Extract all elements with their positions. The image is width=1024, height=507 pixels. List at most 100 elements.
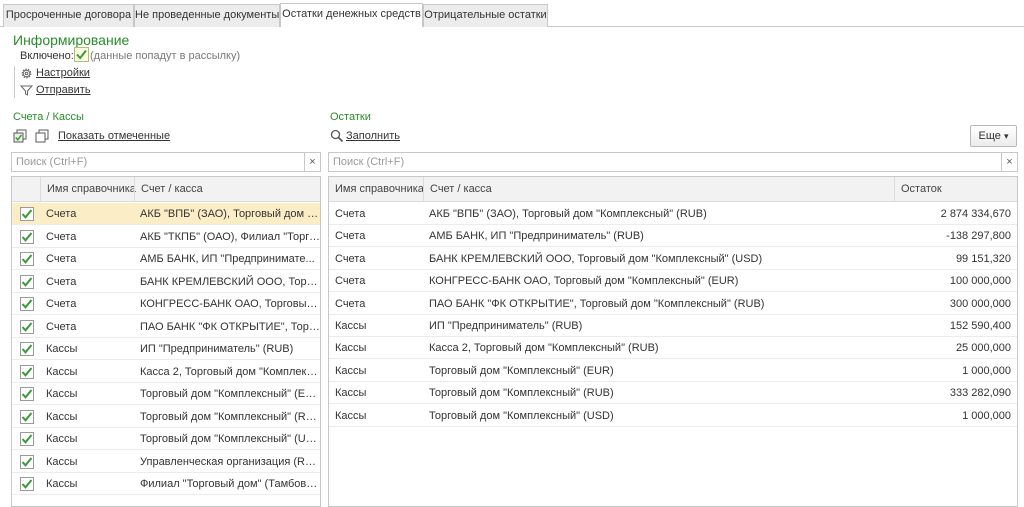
balances-col-type[interactable]: Имя справочника	[329, 177, 424, 202]
row-checkbox[interactable]	[20, 207, 34, 221]
settings-link[interactable]: Настройки	[36, 67, 90, 79]
balances-table: Имя справочника Счет / касса Остаток Сче…	[328, 176, 1018, 507]
table-row[interactable]: Счета АКБ "ВПБ" (ЗАО), Торговый дом "...	[12, 203, 320, 225]
table-row[interactable]: Кассы Торговый дом "Комплексный" (EUR) 1 0…	[329, 360, 1017, 382]
enabled-checkbox[interactable]	[74, 47, 89, 62]
balances-table-header: Имя справочника Счет / касса Остаток	[329, 177, 1017, 202]
cell-account: Касса 2, Торговый дом "Комплекс...	[140, 365, 320, 378]
tab-unposted-documents[interactable]: Не проведенные документы	[134, 4, 280, 27]
table-row[interactable]: Кассы Касса 2, Торговый дом "Комплекс...	[12, 361, 320, 383]
cell-type: Кассы	[46, 478, 78, 490]
row-checkbox[interactable]	[20, 252, 34, 266]
cell-account: Филиал "Торговый дом" (Тамбов) (...	[140, 478, 320, 490]
table-row[interactable]: Счета АМБ БАНК, ИП "Предпринимате...	[12, 248, 320, 270]
table-row[interactable]: Счета АКБ "ТКПБ" (ОАО), Филиал "Торго...	[12, 226, 320, 248]
balances-col-amount[interactable]: Остаток	[894, 177, 1017, 202]
cell-account: БАНК КРЕМЛЕВСКИЙ ООО, Торговый дом "Комп…	[429, 252, 763, 265]
row-checkbox[interactable]	[20, 409, 34, 424]
row-checkbox[interactable]	[20, 319, 34, 334]
table-row[interactable]: Счета ПАО БАНК "ФК ОТКРЫТИЕ", Торговый до…	[329, 293, 1017, 315]
tab-overdue-contracts[interactable]: Просроченные договора	[3, 4, 134, 27]
row-checkbox[interactable]	[20, 364, 34, 379]
table-row[interactable]: Кассы Торговый дом "Комплексный" (EUR)	[12, 383, 320, 405]
cell-account: АКБ "ВПБ" (ЗАО), Торговый дом "...	[140, 208, 320, 220]
cell-amount: 1 000,000	[962, 364, 1011, 377]
send-link[interactable]: Отправить	[36, 84, 91, 96]
table-row[interactable]: Кассы ИП "Предприниматель" (RUB) 152 590,4…	[329, 315, 1017, 337]
cell-type: Кассы	[335, 364, 367, 377]
cell-amount: 100 000,000	[949, 275, 1011, 288]
cell-type: Кассы	[335, 342, 367, 355]
row-checkbox[interactable]	[20, 297, 34, 311]
cell-type: Кассы	[335, 387, 367, 400]
gear-icon	[21, 68, 32, 79]
balances-search[interactable]: ×	[328, 152, 1018, 172]
balances-search-input[interactable]	[329, 153, 1001, 171]
check-all-icon[interactable]	[13, 129, 27, 143]
cell-type: Кассы	[335, 320, 367, 332]
accounts-search[interactable]: ×	[11, 152, 321, 172]
check-icon	[76, 49, 87, 60]
cell-account: КОНГРЕСС-БАНК ОАО, Торговый ...	[140, 298, 320, 310]
cell-account: ИП "Предприниматель" (RUB)	[429, 320, 583, 332]
fill-link[interactable]: Заполнить	[346, 130, 400, 142]
cell-type: Счета	[46, 208, 77, 220]
cell-account: ПАО БАНК "ФК ОТКРЫТИЕ", Торговый дом "Ко…	[429, 297, 765, 310]
table-row[interactable]: Кассы Торговый дом "Комплексный" (USD) 1 0…	[329, 405, 1017, 427]
table-row[interactable]: Кассы Торговый дом "Комплексный" (USD)	[12, 428, 320, 450]
balances-search-clear-button[interactable]: ×	[1001, 153, 1017, 171]
table-row[interactable]: Кассы Касса 2, Торговый дом "Комплексный"…	[329, 337, 1017, 360]
cell-amount: -138 297,800	[946, 230, 1011, 243]
balances-col-account[interactable]: Счет / касса	[423, 177, 894, 202]
enabled-label: Включено:	[20, 50, 74, 62]
row-checkbox[interactable]	[20, 274, 34, 289]
balances-title: Остатки	[330, 111, 371, 123]
table-row[interactable]: Счета ПАО БАНК "ФК ОТКРЫТИЕ", Торг...	[12, 316, 320, 338]
cell-type: Счета	[335, 275, 366, 288]
uncheck-all-icon[interactable]	[35, 129, 49, 143]
table-row[interactable]: Счета КОНГРЕСС-БАНК ОАО, Торговый дом "Ко…	[329, 270, 1017, 293]
table-row[interactable]: Кассы ИП "Предприниматель" (RUB)	[12, 338, 320, 360]
row-checkbox[interactable]	[20, 342, 34, 356]
table-row[interactable]: Счета БАНК КРЕМЛЕВСКИЙ ООО, Торговый дом …	[329, 248, 1017, 270]
accounts-search-input[interactable]	[12, 153, 304, 171]
table-row[interactable]: Счета КОНГРЕСС-БАНК ОАО, Торговый ...	[12, 293, 320, 315]
table-row[interactable]: Счета АМБ БАНК, ИП "Предприниматель" (RUB…	[329, 225, 1017, 248]
tab-negative-balances[interactable]: Отрицательные остатки	[423, 4, 548, 27]
cell-type: Кассы	[46, 455, 78, 468]
cell-account: Торговый дом "Комплексный" (EUR)	[140, 388, 320, 400]
row-checkbox[interactable]	[20, 432, 34, 446]
tab-cash-balances[interactable]: Остатки денежных средств	[280, 3, 423, 27]
cell-type: Счета	[46, 253, 77, 265]
more-button[interactable]: Еще ▾	[970, 125, 1017, 147]
table-row[interactable]: Кассы Филиал "Торговый дом" (Тамбов) (...	[12, 473, 320, 495]
cell-account: БАНК КРЕМЛЕВСКИЙ ООО, Торго...	[140, 275, 320, 288]
table-row[interactable]: Кассы Торговый дом "Комплексный" (RUB) 333…	[329, 382, 1017, 405]
tab-bar: Просроченные договора Не проведенные док…	[0, 0, 1024, 27]
more-label: Еще	[978, 130, 1001, 142]
row-checkbox[interactable]	[20, 229, 34, 244]
cell-account: Касса 2, Торговый дом "Комплексный" (RUB…	[429, 342, 659, 355]
row-checkbox[interactable]	[20, 454, 34, 469]
show-marked-link[interactable]: Показать отмеченные	[58, 130, 170, 142]
accounts-search-clear-button[interactable]: ×	[304, 153, 320, 171]
cell-account: АКБ "ВПБ" (ЗАО), Торговый дом "Комплексн…	[429, 208, 707, 220]
cell-type: Кассы	[46, 410, 78, 423]
accounts-col-account[interactable]: Счет / касса	[134, 177, 320, 202]
cell-type: Кассы	[335, 409, 367, 422]
accounts-col-type[interactable]: Имя справочника	[40, 177, 136, 202]
table-row[interactable]: Кассы Управленческая организация (RUB)	[12, 451, 320, 473]
accounts-table-header: Имя справочника Счет / касса	[12, 177, 320, 202]
cell-account: АМБ БАНК, ИП "Предпринимате...	[140, 253, 315, 265]
table-row[interactable]: Кассы Торговый дом "Комплексный" (RUB)	[12, 406, 320, 428]
accounts-title: Счета / Кассы	[13, 111, 84, 123]
cell-account: Торговый дом "Комплексный" (RUB)	[429, 387, 614, 400]
row-checkbox[interactable]	[20, 477, 34, 491]
table-row[interactable]: Счета БАНК КРЕМЛЕВСКИЙ ООО, Торго...	[12, 271, 320, 293]
cell-type: Счета	[335, 230, 366, 243]
table-row[interactable]: Счета АКБ "ВПБ" (ЗАО), Торговый дом "Комп…	[329, 203, 1017, 225]
row-checkbox[interactable]	[20, 387, 34, 401]
cell-type: Кассы	[46, 343, 78, 355]
cell-type: Кассы	[46, 365, 78, 378]
cell-type: Счета	[46, 298, 77, 310]
